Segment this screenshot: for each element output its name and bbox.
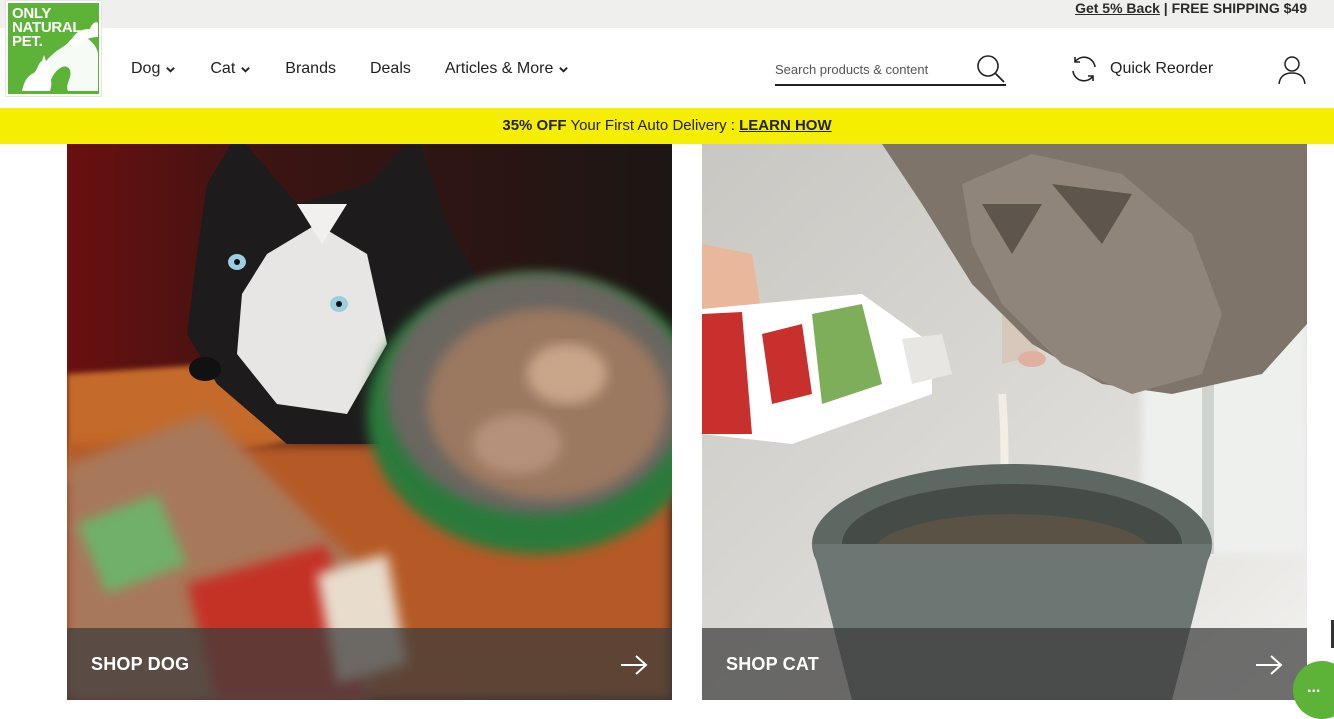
nav-item-dog[interactable]: Dog (131, 58, 176, 80)
dog-photo (67, 144, 672, 700)
shop-dog-tile[interactable]: SHOP DOG (67, 144, 672, 700)
search-icon[interactable] (976, 54, 1006, 84)
utility-text: Get 5% Back | FREE SHIPPING $49 (1075, 0, 1307, 16)
chevron-down-icon (241, 66, 251, 73)
promo-highlight: 35% OFF (502, 117, 567, 134)
cashback-link[interactable]: Get 5% Back (1075, 0, 1160, 16)
nav-item-label: Brands (285, 60, 336, 77)
logo-text: ONLY NATURAL PET. (12, 5, 82, 50)
free-shipping-text: FREE SHIPPING $49 (1171, 0, 1307, 16)
nav-item-brands[interactable]: Brands (285, 58, 336, 80)
nav-item-label: Articles & More (444, 60, 554, 77)
quick-reorder-button[interactable]: Quick Reorder (1069, 54, 1213, 84)
promo-banner: 35% OFF Your First Auto Delivery : LEARN… (0, 108, 1334, 144)
arrow-right-icon (1256, 655, 1283, 675)
site-header: ONLY NATURAL PET. Dog Cat Brands Deals A… (0, 0, 1334, 108)
learn-how-link[interactable]: LEARN HOW (739, 117, 832, 134)
nav-item-label: Cat (210, 60, 236, 77)
chat-dots-icon: ... (1307, 679, 1321, 696)
tile-footer: SHOP CAT (702, 628, 1307, 700)
utility-separator: | (1159, 0, 1172, 16)
tile-footer: SHOP DOG (67, 628, 672, 700)
nav-item-label: Dog (131, 60, 161, 77)
nav-item-label: Deals (369, 60, 411, 77)
main-nav: Dog Cat Brands Deals Articles & More (131, 58, 603, 80)
cat-photo (702, 144, 1307, 700)
user-icon[interactable] (1276, 54, 1308, 86)
nav-item-articles[interactable]: Articles & More (445, 58, 569, 80)
refresh-icon (1072, 56, 1096, 82)
search-bar (775, 50, 1006, 86)
quick-reorder-label: Quick Reorder (1110, 60, 1214, 77)
utility-bar: Get 5% Back | FREE SHIPPING $49 (0, 0, 1334, 28)
search-input[interactable] (775, 58, 965, 80)
shop-cat-label: SHOP CAT (726, 654, 819, 674)
nav-item-deals[interactable]: Deals (370, 58, 411, 80)
shop-dog-label: SHOP DOG (91, 654, 190, 674)
site-logo[interactable]: ONLY NATURAL PET. (5, 0, 102, 97)
promo-text: Your First Auto Delivery : (566, 117, 740, 134)
arrow-right-icon (621, 655, 648, 675)
shop-cat-tile[interactable]: SHOP CAT (702, 144, 1307, 700)
chevron-down-icon (166, 66, 176, 73)
chevron-down-icon (559, 66, 569, 73)
nav-item-cat[interactable]: Cat (210, 58, 251, 80)
